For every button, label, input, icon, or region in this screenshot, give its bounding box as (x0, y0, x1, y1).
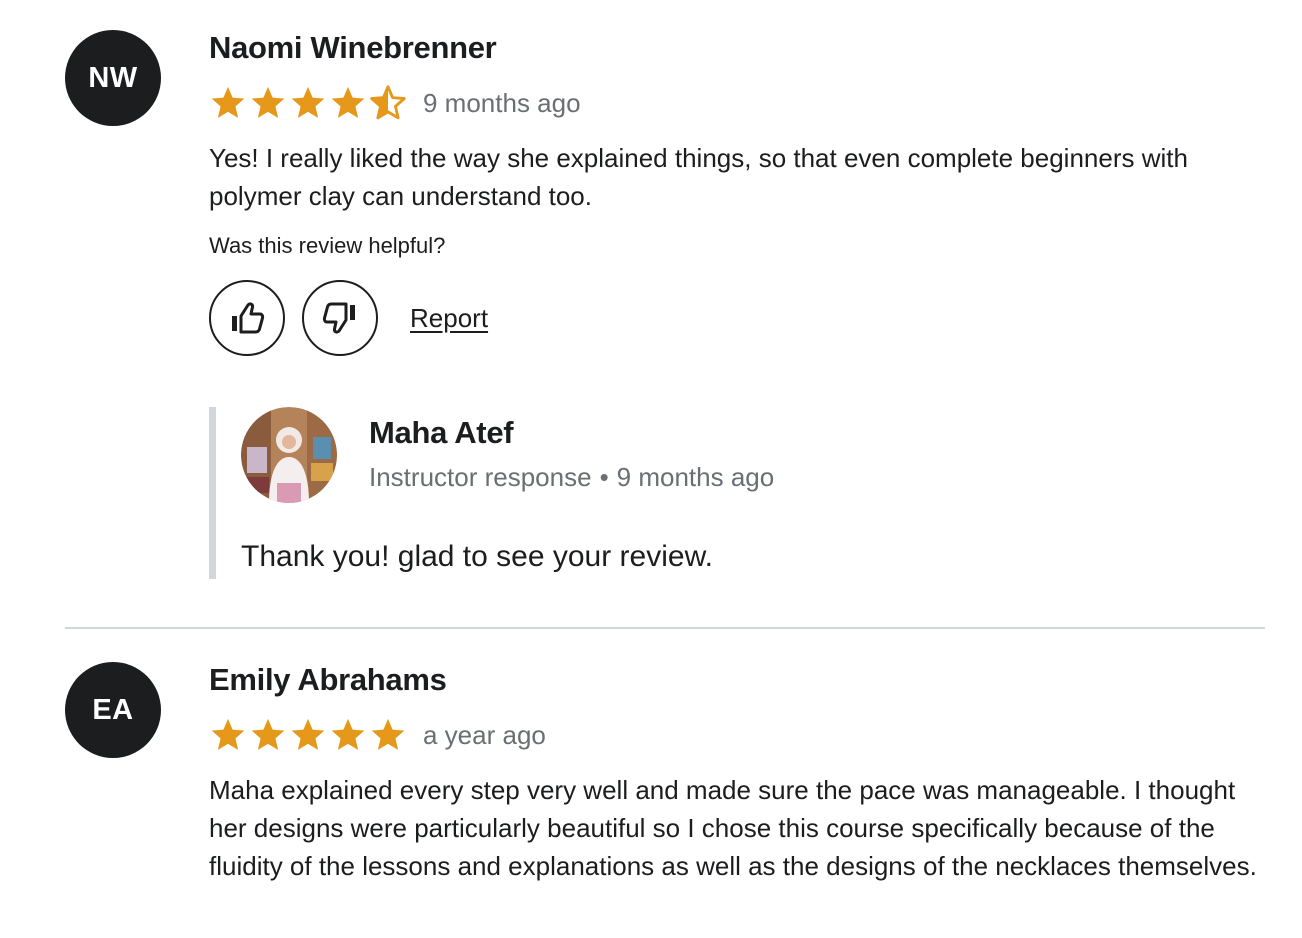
instructor-response: Maha Atef Instructor response • 9 months a… (209, 407, 1116, 579)
star-icon (211, 718, 245, 750)
review-time: a year ago (423, 719, 546, 750)
avatar: EA (65, 662, 161, 758)
instructor-photo (241, 407, 337, 503)
instructor-name: Maha Atef (369, 415, 514, 450)
star-icon (371, 718, 405, 750)
review-text: Maha explained every step very well and … (209, 775, 1257, 881)
star-icon (251, 86, 285, 118)
thumbs-down-button[interactable] (302, 280, 378, 356)
instructor-response-time: 9 months ago (616, 462, 775, 492)
star-icon (331, 86, 365, 118)
rating-row: 9 months ago (209, 83, 581, 123)
instructor-label: Instructor response (369, 462, 592, 492)
review-text: Yes! I really liked the way she explaine… (209, 143, 1188, 211)
star-icon (291, 718, 325, 750)
instructor-reply-text: Thank you! glad to see your review. (241, 540, 713, 573)
reviewer-name: Naomi Winebrenner (209, 30, 497, 65)
instructor-avatar (241, 407, 337, 503)
reviewer-name: Emily Abrahams (209, 662, 447, 697)
star-rating (209, 84, 409, 122)
vote-row: Report (209, 280, 488, 356)
report-link[interactable]: Report (410, 303, 488, 334)
star-icon (211, 86, 245, 118)
review-time: 9 months ago (423, 87, 581, 118)
thumbs-up-icon (232, 302, 265, 334)
separator-dot: • (599, 462, 609, 492)
star-icon (251, 718, 285, 750)
star-icon (291, 86, 325, 118)
instructor-meta: Instructor response • 9 months ago (369, 462, 774, 493)
star-rating (209, 716, 409, 754)
star-icon (331, 718, 365, 750)
thumbs-down-icon (322, 302, 355, 334)
thumbs-up-button[interactable] (209, 280, 285, 356)
avatar: NW (65, 30, 161, 126)
reviews-list: NW Naomi Winebrenner 9 months ago Yes! I… (0, 0, 1302, 938)
star-half-icon (370, 85, 406, 120)
rating-row: a year ago (209, 715, 546, 755)
review-divider (65, 627, 1265, 629)
helpful-question: Was this review helpful? (209, 233, 446, 258)
